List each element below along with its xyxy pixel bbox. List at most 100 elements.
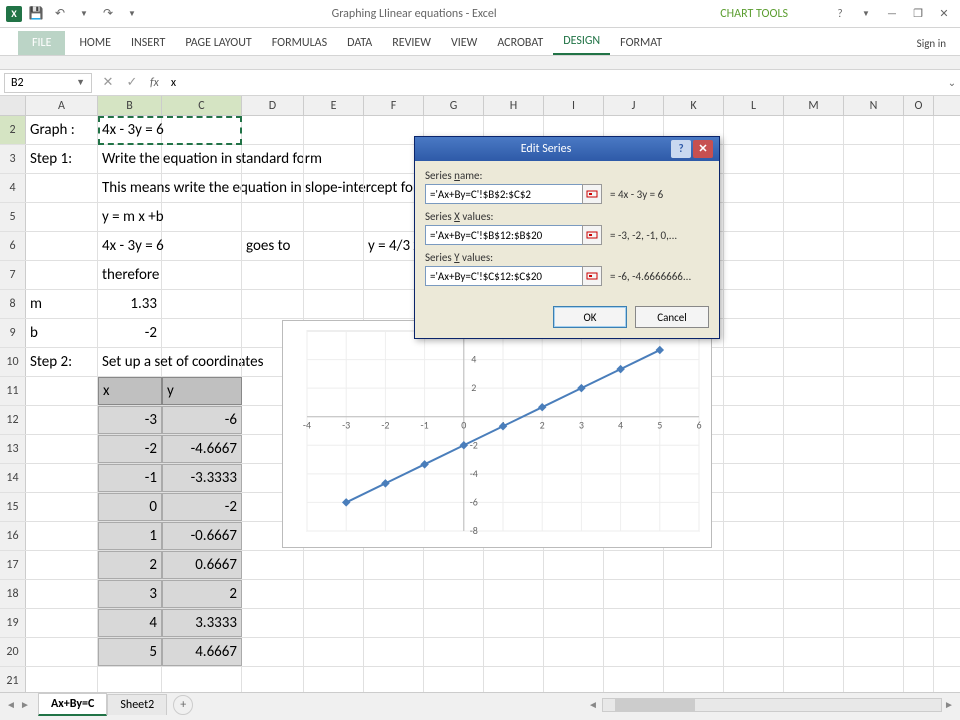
cell-C12[interactable]: -6	[162, 406, 242, 434]
add-sheet-icon[interactable]: +	[173, 695, 193, 715]
cell-E19[interactable]	[304, 609, 364, 637]
cell-E21[interactable]	[304, 667, 364, 692]
cell-M16[interactable]	[784, 522, 844, 550]
cell-N2[interactable]	[844, 116, 904, 144]
sheet-tab-sheet2[interactable]: Sheet2	[107, 694, 167, 715]
cell-E5[interactable]	[304, 203, 364, 231]
maximize-icon[interactable]: ❐	[906, 5, 930, 23]
formula-cancel-icon[interactable]: ✕	[96, 73, 120, 93]
cell-D2[interactable]	[242, 116, 304, 144]
cell-M6[interactable]	[784, 232, 844, 260]
cell-M2[interactable]	[784, 116, 844, 144]
cell-D17[interactable]	[242, 551, 304, 579]
tab-page-layout[interactable]: PAGE LAYOUT	[175, 31, 261, 55]
cell-L12[interactable]	[724, 406, 784, 434]
cell-L14[interactable]	[724, 464, 784, 492]
cell-M14[interactable]	[784, 464, 844, 492]
cell-N13[interactable]	[844, 435, 904, 463]
cell-L5[interactable]	[724, 203, 784, 231]
col-header-j[interactable]: J	[604, 96, 664, 115]
cell-A15[interactable]	[26, 493, 98, 521]
cell-M20[interactable]	[784, 638, 844, 666]
cell-L4[interactable]	[724, 174, 784, 202]
tab-data[interactable]: DATA	[337, 31, 382, 55]
cell-I21[interactable]	[544, 667, 604, 692]
cell-O2[interactable]	[904, 116, 934, 144]
cell-B7[interactable]: therefore	[98, 261, 162, 289]
cell-D4[interactable]	[242, 174, 304, 202]
cell-H18[interactable]	[484, 580, 544, 608]
tab-design[interactable]: DESIGN	[553, 29, 610, 55]
cell-A9[interactable]: b	[26, 319, 98, 347]
col-header-d[interactable]: D	[242, 96, 304, 115]
cell-A5[interactable]	[26, 203, 98, 231]
formula-expand-icon[interactable]: ⌄	[944, 76, 960, 89]
cell-E18[interactable]	[304, 580, 364, 608]
cell-A6[interactable]	[26, 232, 98, 260]
cell-M10[interactable]	[784, 348, 844, 376]
row-header[interactable]: 6	[0, 232, 26, 260]
cell-F17[interactable]	[364, 551, 424, 579]
cell-C19[interactable]: 3.3333	[162, 609, 242, 637]
fx-icon[interactable]: fx	[144, 76, 165, 90]
cell-O13[interactable]	[904, 435, 934, 463]
cell-A20[interactable]	[26, 638, 98, 666]
undo-icon[interactable]: ↶	[50, 4, 70, 24]
cell-C5[interactable]	[162, 203, 242, 231]
cell-J20[interactable]	[604, 638, 664, 666]
cancel-button[interactable]: Cancel	[635, 306, 709, 328]
cell-B18[interactable]: 3	[98, 580, 162, 608]
cell-L20[interactable]	[724, 638, 784, 666]
tab-view[interactable]: VIEW	[441, 31, 487, 55]
col-header-o[interactable]: O	[904, 96, 934, 115]
cell-B5[interactable]: y = m x +b	[98, 203, 162, 231]
series-name-input[interactable]	[425, 184, 583, 204]
cell-E7[interactable]	[304, 261, 364, 289]
cell-G20[interactable]	[424, 638, 484, 666]
cell-B19[interactable]: 4	[98, 609, 162, 637]
cell-C7[interactable]	[162, 261, 242, 289]
cell-M17[interactable]	[784, 551, 844, 579]
cell-O19[interactable]	[904, 609, 934, 637]
cell-N6[interactable]	[844, 232, 904, 260]
cell-B16[interactable]: 1	[98, 522, 162, 550]
chart-object[interactable]: -4-3-2-10123456-8-6-4-224	[282, 320, 712, 548]
cell-C20[interactable]: 4.6667	[162, 638, 242, 666]
cell-G19[interactable]	[424, 609, 484, 637]
cell-K18[interactable]	[664, 580, 724, 608]
cell-O18[interactable]	[904, 580, 934, 608]
tab-formulas[interactable]: FORMULAS	[262, 31, 337, 55]
cell-D20[interactable]	[242, 638, 304, 666]
tab-home[interactable]: HOME	[69, 31, 121, 55]
cell-N17[interactable]	[844, 551, 904, 579]
cell-A7[interactable]	[26, 261, 98, 289]
cell-C18[interactable]: 2	[162, 580, 242, 608]
cell-F19[interactable]	[364, 609, 424, 637]
cell-H21[interactable]	[484, 667, 544, 692]
col-header-g[interactable]: G	[424, 96, 484, 115]
cell-B10[interactable]: Set up a set of coordinates	[98, 348, 162, 376]
sheet-nav-prev-icon[interactable]: ◄	[6, 698, 18, 711]
cell-C10[interactable]	[162, 348, 242, 376]
cell-B17[interactable]: 2	[98, 551, 162, 579]
cell-O14[interactable]	[904, 464, 934, 492]
cell-C4[interactable]	[162, 174, 242, 202]
cell-M18[interactable]	[784, 580, 844, 608]
signin-link[interactable]: Sign in	[903, 32, 960, 55]
cell-C17[interactable]: 0.6667	[162, 551, 242, 579]
cell-A2[interactable]: Graph :	[26, 116, 98, 144]
cell-O11[interactable]	[904, 377, 934, 405]
cell-M21[interactable]	[784, 667, 844, 692]
save-icon[interactable]: 💾	[26, 4, 46, 24]
cell-E8[interactable]	[304, 290, 364, 318]
series-x-input[interactable]	[425, 225, 583, 245]
cell-C9[interactable]	[162, 319, 242, 347]
cell-L19[interactable]	[724, 609, 784, 637]
cell-B21[interactable]	[98, 667, 162, 692]
row-header[interactable]: 11	[0, 377, 26, 405]
series-y-input[interactable]	[425, 266, 583, 286]
close-icon[interactable]: ✕	[932, 5, 956, 23]
cell-D19[interactable]	[242, 609, 304, 637]
cell-B13[interactable]: -2	[98, 435, 162, 463]
cell-N16[interactable]	[844, 522, 904, 550]
